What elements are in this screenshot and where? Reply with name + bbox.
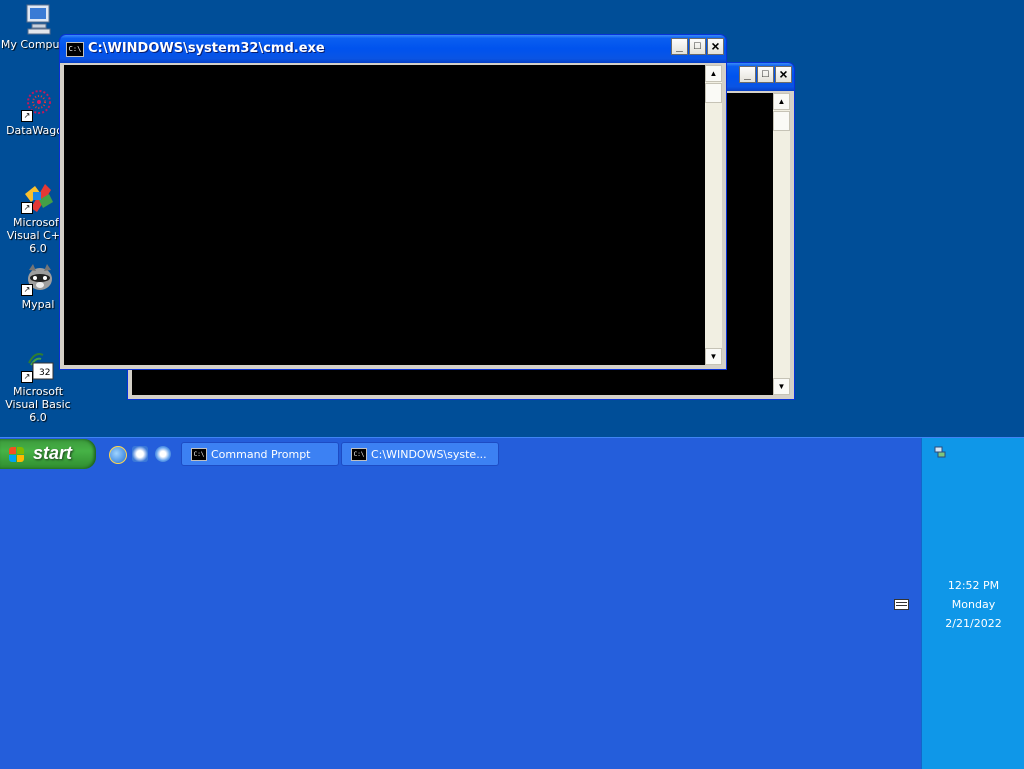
window-frame: ▲ ▼	[60, 63, 726, 369]
scroll-up-button[interactable]: ▲	[705, 65, 722, 82]
scroll-up-button[interactable]: ▲	[773, 93, 790, 110]
scroll-thumb[interactable]	[705, 83, 722, 103]
clock-time[interactable]: 12:52 PM	[922, 579, 1024, 592]
start-label: start	[33, 443, 73, 463]
start-button[interactable]: start	[0, 439, 96, 469]
internet-explorer-icon[interactable]	[109, 446, 127, 464]
console-output[interactable]	[64, 65, 705, 365]
scroll-thumb[interactable]	[773, 111, 790, 131]
close-button[interactable]: ×	[707, 38, 724, 55]
minimize-button[interactable]: _	[739, 66, 756, 83]
cmd-system-icon[interactable]: C:\	[66, 42, 84, 57]
network-icon[interactable]	[934, 445, 946, 458]
notification-area: 12:52 PM Monday 2/21/2022	[921, 438, 1024, 769]
datawagon-icon: ↗	[21, 88, 55, 122]
windows-logo-icon	[9, 447, 25, 463]
taskbar-button-command-prompt[interactable]: C:\ Command Prompt	[181, 442, 339, 466]
media-player-icon[interactable]	[155, 446, 171, 462]
maximize-button[interactable]: □	[757, 66, 774, 83]
task-label: C:\WINDOWS\syste...	[371, 448, 487, 461]
taskbar-button-cmd-exe[interactable]: C:\ C:\WINDOWS\syste...	[341, 442, 499, 466]
taskbar: start C:\ Command Prompt C:\ C:\WINDOWS\…	[0, 437, 1024, 769]
cmd-icon: C:\	[191, 448, 207, 461]
outlook-express-icon[interactable]	[132, 446, 148, 462]
cmd-window-front[interactable]: C:\ C:\WINDOWS\system32\cmd.exe _ □ × ▲ …	[59, 34, 727, 370]
shortcut-arrow-icon: ↗	[21, 371, 33, 383]
shortcut-arrow-icon: ↗	[21, 202, 33, 214]
keyboard-icon[interactable]	[894, 599, 909, 610]
visual-cpp-icon: ↗	[21, 180, 55, 214]
title-bar[interactable]: C:\ C:\WINDOWS\system32\cmd.exe _ □ ×	[60, 35, 726, 63]
scroll-down-button[interactable]: ▼	[773, 378, 790, 395]
vertical-scrollbar[interactable]: ▲ ▼	[705, 65, 722, 365]
svg-text:32: 32	[39, 368, 50, 378]
shortcut-arrow-icon: ↗	[21, 110, 33, 122]
vertical-scrollbar[interactable]: ▲ ▼	[773, 93, 790, 395]
window-title: C:\WINDOWS\system32\cmd.exe	[88, 41, 325, 56]
minimize-button[interactable]: _	[671, 38, 688, 55]
maximize-button[interactable]: □	[689, 38, 706, 55]
clock-date[interactable]: 2/21/2022	[922, 617, 1024, 630]
close-button[interactable]: ×	[775, 66, 792, 83]
scroll-down-button[interactable]: ▼	[705, 348, 722, 365]
mypal-raccoon-icon: ↗	[21, 262, 55, 296]
visual-basic-icon: 32 ↗	[21, 349, 55, 383]
cmd-icon: C:\	[351, 448, 367, 461]
shortcut-arrow-icon: ↗	[21, 284, 33, 296]
clock-day[interactable]: Monday	[922, 598, 1024, 611]
desktop-icon-label: Microsoft Visual Basic 6.0	[5, 385, 71, 424]
task-label: Command Prompt	[211, 448, 311, 461]
my-computer-icon	[21, 2, 55, 36]
